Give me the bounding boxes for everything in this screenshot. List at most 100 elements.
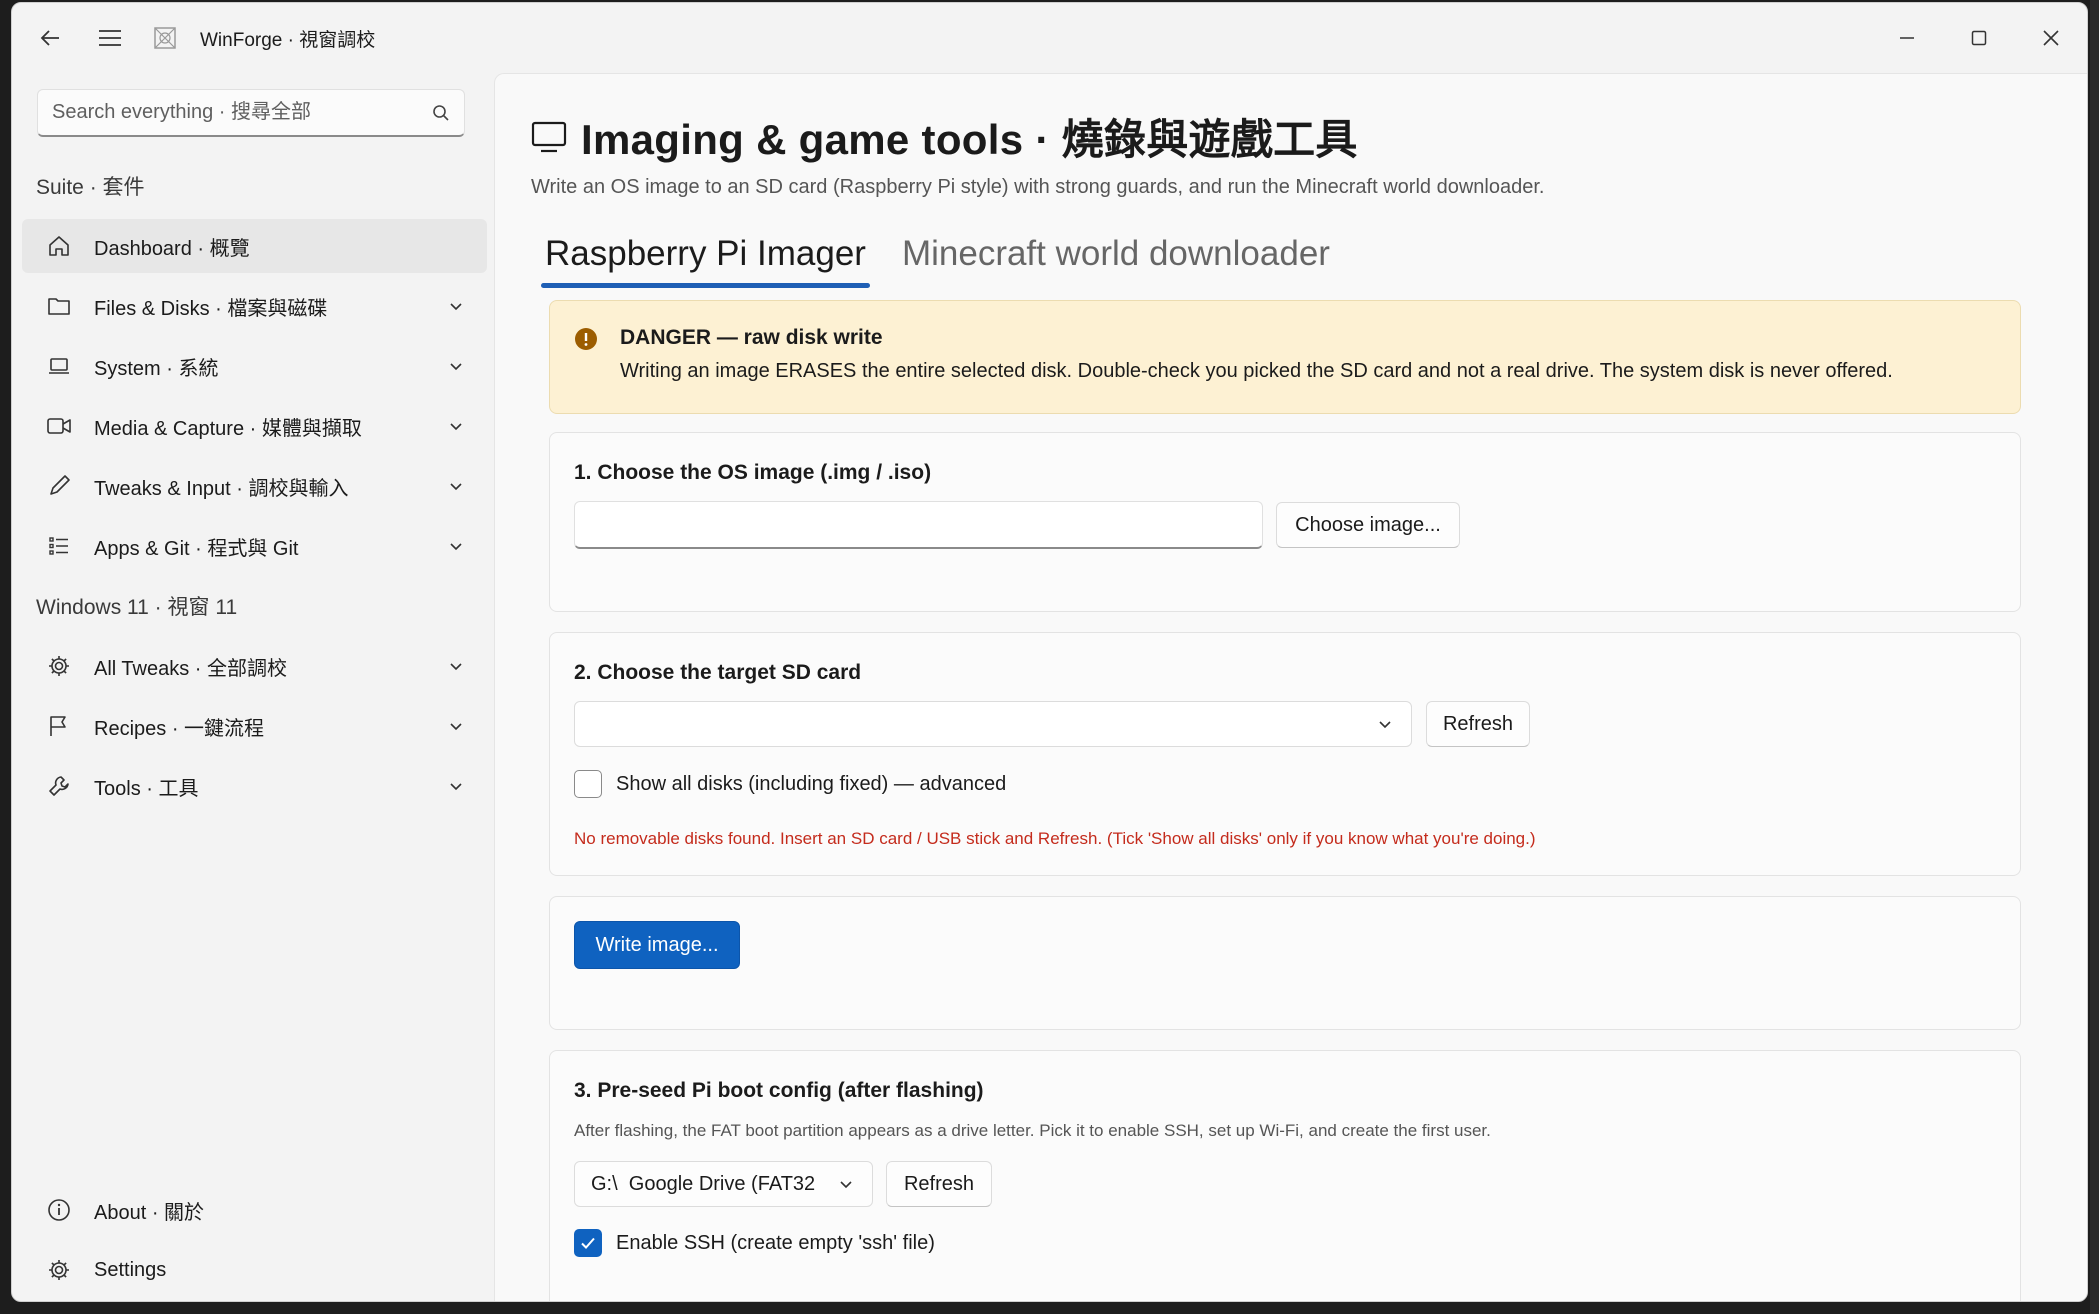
minimize-icon [1900, 37, 1914, 39]
chevron-down-icon[interactable] [447, 357, 465, 375]
close-icon [2043, 30, 2059, 46]
sidebar-item-label: Tools · 工具 [94, 777, 199, 800]
page-header: Imaging & game tools · 燒錄與遊戲工具 [531, 106, 1358, 167]
sidebar-item-label: Tweaks & Input · 調校與輸入 [94, 477, 349, 500]
search-box[interactable] [37, 89, 465, 137]
chevron-down-icon[interactable] [447, 477, 465, 495]
target-disk-dropdown[interactable] [574, 701, 1412, 747]
show-all-disks-checkbox[interactable] [574, 770, 602, 798]
video-icon [46, 413, 72, 439]
title-bar: WinForge · 視窗調校 [12, 3, 2087, 73]
page-title: Imaging & game tools · 燒錄與遊戲工具 [581, 116, 1358, 163]
step1-heading: 1. Choose the OS image (.img / .iso) [574, 461, 932, 484]
refresh-drives-button[interactable]: Refresh [886, 1161, 992, 1207]
app-window: WinForge · 視窗調校 Suite · 套件 Dashboard · 概… [11, 2, 2088, 1302]
sidebar-item-apps-git[interactable]: Apps & Git · 程式與 Git [22, 519, 487, 573]
page-subtitle: Write an OS image to an SD card (Raspber… [531, 176, 1545, 198]
sidebar-item-label: Dashboard · 概覽 [94, 237, 250, 260]
step3-heading: 3. Pre-seed Pi boot config (after flashi… [574, 1079, 984, 1102]
danger-title: DANGER — raw disk write [620, 326, 883, 349]
chevron-down-icon[interactable] [447, 717, 465, 735]
tab-label: Minecraft world downloader [901, 234, 1330, 273]
danger-message: Writing an image ERASES the entire selec… [620, 360, 1893, 382]
back-arrow-icon [40, 30, 59, 46]
home-icon [46, 233, 72, 259]
tab-minecraft-world-downloader[interactable]: Minecraft world downloader [902, 234, 1330, 282]
chevron-down-icon [840, 1181, 852, 1189]
app-logo-icon [154, 27, 176, 49]
sidebar-item-label: Settings [94, 1258, 167, 1281]
no-disks-error: No removable disks found. Insert an SD c… [574, 829, 1536, 848]
chevron-down-icon[interactable] [447, 297, 465, 315]
sidebar-item-tweaks-input[interactable]: Tweaks & Input · 調校與輸入 [22, 459, 487, 513]
info-icon [46, 1197, 72, 1223]
folder-icon [46, 293, 72, 319]
chevron-down-icon[interactable] [447, 417, 465, 435]
sidebar-item-media-capture[interactable]: Media & Capture · 媒體與擷取 [22, 399, 487, 453]
sidebar-item-system[interactable]: System · 系統 [22, 339, 487, 393]
laptop-icon [46, 353, 72, 379]
maximize-icon [1971, 30, 1987, 46]
pen-icon [46, 473, 72, 499]
sidebar-item-settings[interactable]: Settings [22, 1243, 487, 1297]
sidebar-item-label: About · 關於 [94, 1201, 205, 1224]
monitor-icon [531, 121, 567, 152]
sidebar-item-label: Recipes · 一鍵流程 [94, 717, 265, 740]
write-card: Write image... [549, 896, 2021, 1030]
hamburger-menu-button[interactable] [82, 10, 138, 66]
hamburger-icon [99, 30, 121, 46]
close-button[interactable] [2015, 3, 2087, 73]
sidebar-item-recipes[interactable]: Recipes · 一鍵流程 [22, 699, 487, 753]
background-desktop [2090, 0, 2099, 1314]
window-controls [1871, 3, 2087, 73]
sidebar-item-about[interactable]: About · 關於 [22, 1183, 487, 1237]
refresh-disks-button[interactable]: Refresh [1426, 701, 1530, 747]
boot-drive-value: G:\ Google Drive (FAT32 [591, 1172, 816, 1195]
chevron-down-icon[interactable] [447, 657, 465, 675]
image-path-input[interactable] [574, 501, 1263, 549]
settings-gear-icon [46, 1257, 72, 1283]
sidebar-item-dashboard[interactable]: Dashboard · 概覽 [22, 219, 487, 273]
sidebar-item-label: Files & Disks · 檔案與磁碟 [94, 297, 328, 320]
flag-icon [46, 713, 72, 739]
warning-icon [575, 328, 597, 350]
step1-card: 1. Choose the OS image (.img / .iso) Cho… [549, 432, 2021, 612]
main-content: Imaging & game tools · 燒錄與遊戲工具 Write an … [494, 73, 2087, 1301]
checkmark-icon [581, 1237, 595, 1249]
step2-heading: 2. Choose the target SD card [574, 661, 862, 684]
tab-raspberry-pi-imager[interactable]: Raspberry Pi Imager [541, 234, 870, 288]
sidebar-item-all-tweaks[interactable]: All Tweaks · 全部調校 [22, 639, 487, 693]
step3-hint: After flashing, the FAT boot partition a… [574, 1121, 1491, 1140]
choose-image-button[interactable]: Choose image... [1276, 502, 1460, 548]
sidebar-item-label: System · 系統 [94, 357, 219, 380]
list-icon [46, 533, 72, 559]
write-image-button[interactable]: Write image... [574, 921, 740, 969]
app-title: WinForge · 視窗調校 [200, 29, 376, 51]
wrench-icon [46, 773, 72, 799]
sidebar-item-label: Apps & Git · 程式與 Git [94, 537, 299, 560]
danger-banner: DANGER — raw disk write Writing an image… [549, 300, 2021, 414]
chevron-down-icon[interactable] [447, 777, 465, 795]
sidebar-item-files-disks[interactable]: Files & Disks · 檔案與磁碟 [22, 279, 487, 333]
gear-icon [46, 653, 72, 679]
nav-section-suite: Suite · 套件 [36, 176, 145, 199]
maximize-button[interactable] [1943, 3, 2015, 73]
chevron-down-icon[interactable] [447, 537, 465, 555]
enable-ssh-checkbox[interactable] [574, 1229, 602, 1257]
search-icon[interactable] [432, 104, 450, 122]
boot-drive-dropdown[interactable]: G:\ Google Drive (FAT32 [574, 1161, 873, 1207]
back-button[interactable] [22, 10, 78, 66]
enable-ssh-label[interactable]: Enable SSH (create empty 'ssh' file) [616, 1232, 935, 1255]
nav-section-windows: Windows 11 · 視窗 11 [36, 596, 238, 619]
step3-card: 3. Pre-seed Pi boot config (after flashi… [549, 1050, 2021, 1301]
active-tab-indicator [541, 283, 870, 288]
minimize-button[interactable] [1871, 3, 1943, 73]
show-all-disks-label[interactable]: Show all disks (including fixed) — advan… [616, 773, 1006, 796]
search-input[interactable] [52, 101, 432, 124]
step2-card: 2. Choose the target SD card Refresh Sho… [549, 632, 2021, 876]
chevron-down-icon [1379, 721, 1391, 729]
sidebar-item-tools[interactable]: Tools · 工具 [22, 759, 487, 813]
sidebar: Suite · 套件 Dashboard · 概覽 Files & Disks … [12, 73, 496, 1301]
tab-bar: Raspberry Pi Imager Minecraft world down… [541, 234, 1330, 288]
sidebar-item-label: All Tweaks · 全部調校 [94, 657, 287, 680]
